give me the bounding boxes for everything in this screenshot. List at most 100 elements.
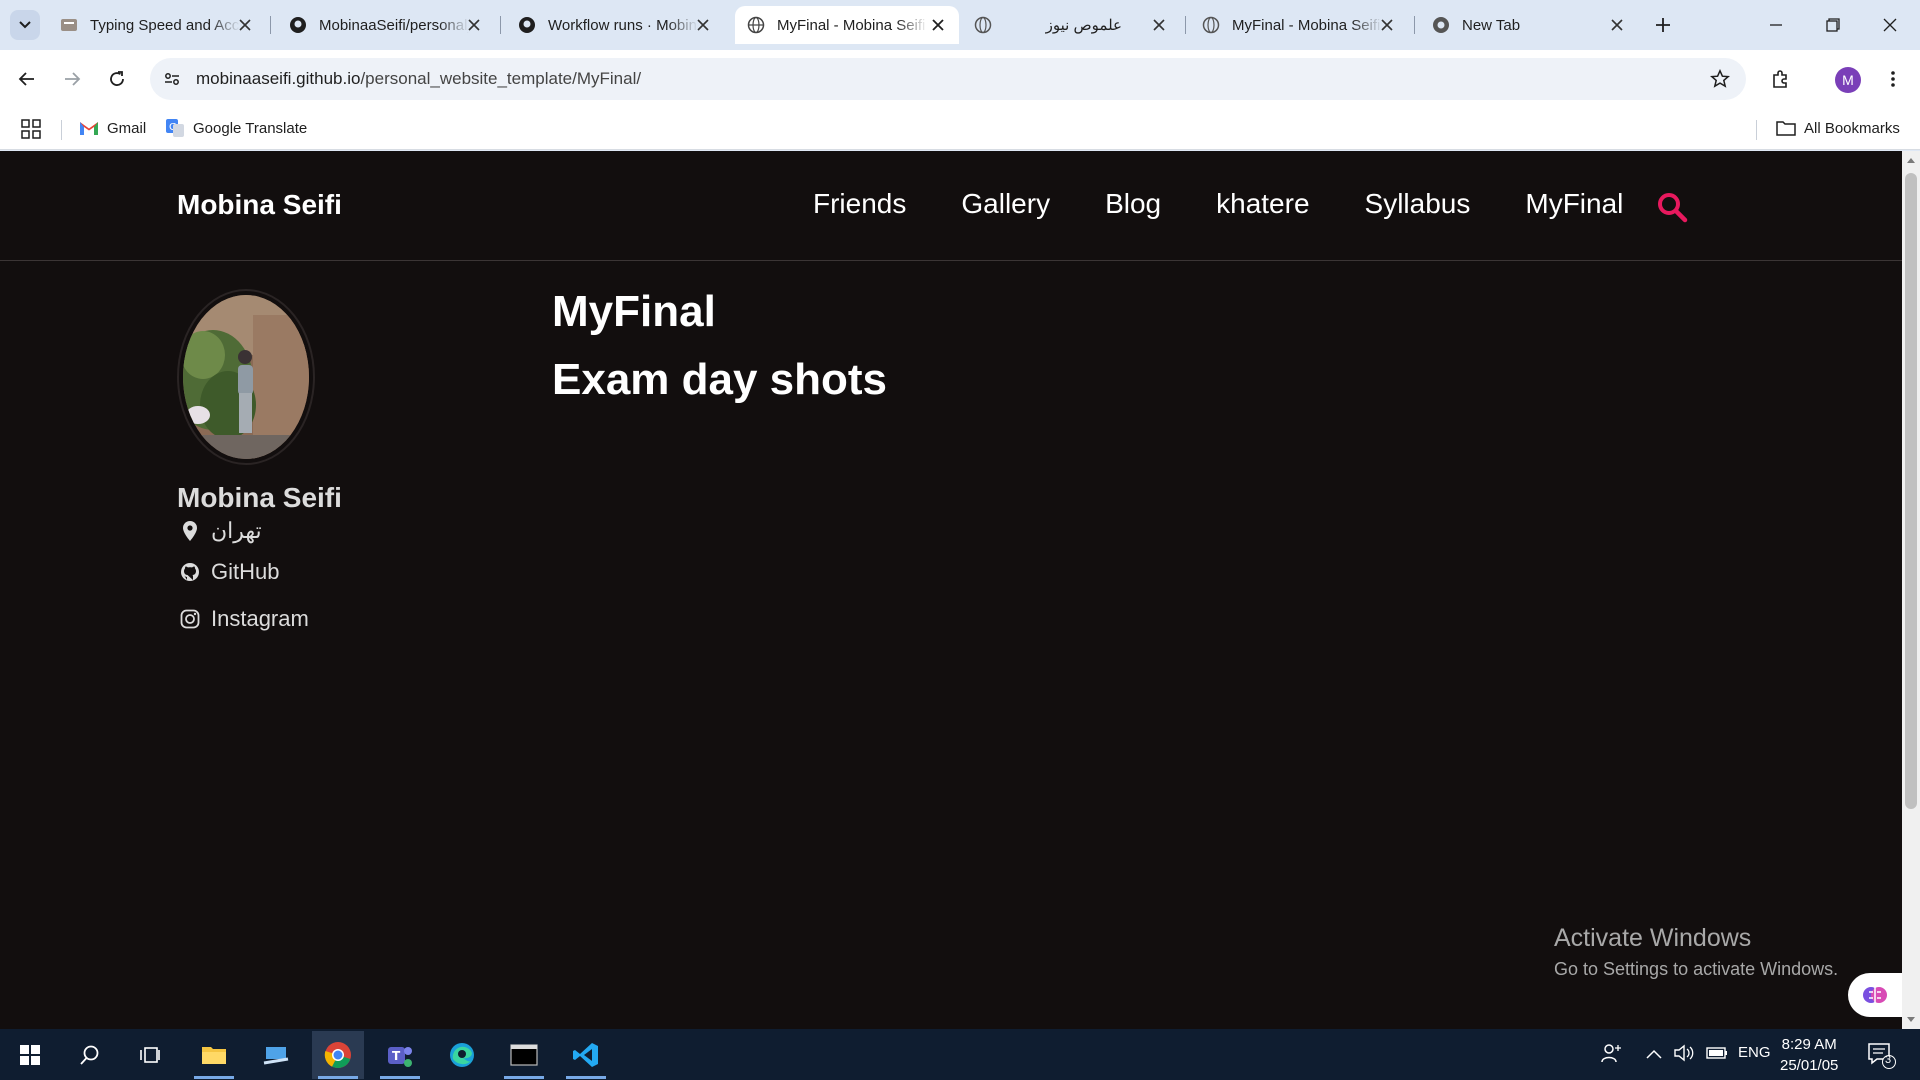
taskbar-edge[interactable] — [436, 1031, 488, 1079]
nav-friends[interactable]: Friends — [813, 188, 906, 220]
url-text: mobinaaseifi.github.io/personal_website_… — [196, 69, 641, 89]
chevron-down-icon — [19, 21, 31, 29]
page-subtitle: Exam day shots — [552, 355, 888, 404]
teams-icon: T — [388, 1047, 412, 1067]
new-tab-button[interactable] — [1650, 12, 1676, 38]
extensions-button[interactable] — [1764, 62, 1798, 96]
reload-icon — [110, 71, 124, 86]
reload-button[interactable] — [100, 62, 134, 96]
brain-icon — [1863, 987, 1887, 1003]
puzzle-icon — [1773, 70, 1787, 88]
task-view-button[interactable] — [124, 1031, 176, 1079]
close-icon[interactable] — [1378, 16, 1396, 34]
scroll-down-icon[interactable] — [1906, 1015, 1916, 1025]
site-header: Mobina Seifi Friends Gallery Blog khater… — [0, 151, 1902, 261]
start-button[interactable] — [4, 1031, 56, 1079]
close-icon[interactable] — [236, 16, 254, 34]
tab-search-button[interactable] — [10, 10, 40, 40]
tab-separator — [1414, 16, 1415, 34]
tab-title: MyFinal - Mobina Seifi — [777, 16, 926, 34]
notification-count: 3 — [1885, 1054, 1892, 1066]
profile-link-github[interactable]: GitHub — [179, 559, 279, 585]
language-indicator[interactable]: ENG — [1738, 1044, 1771, 1061]
minimize-icon — [1770, 24, 1782, 26]
chrome-icon — [324, 1042, 351, 1069]
bookmarks-bar: Gmail G Google Translate All Bookmarks — [0, 108, 1920, 150]
search-icon[interactable] — [1656, 191, 1688, 223]
chevron-up-icon[interactable] — [1646, 1046, 1662, 1063]
tab-typing-speed[interactable]: Typing Speed and Accuracy — [48, 6, 266, 44]
github-icon — [179, 561, 201, 583]
bookmark-gmail[interactable]: Gmail — [79, 118, 146, 138]
github-icon — [289, 16, 307, 34]
restore-icon — [1826, 18, 1840, 32]
taskbar-terminal[interactable] — [498, 1031, 550, 1079]
github-link-label[interactable]: GitHub — [211, 559, 279, 585]
back-button[interactable] — [10, 62, 44, 96]
close-icon[interactable] — [694, 16, 712, 34]
notification-center-button[interactable]: 3 — [1866, 1041, 1896, 1069]
ai-assistant-button[interactable] — [1848, 973, 1902, 1017]
apps-button[interactable] — [21, 119, 41, 139]
close-icon[interactable] — [1608, 16, 1626, 34]
nav-syllabus[interactable]: Syllabus — [1365, 188, 1471, 220]
close-icon[interactable] — [1150, 16, 1168, 34]
url-path: /personal_website_template/MyFinal/ — [360, 69, 642, 88]
close-window-button[interactable] — [1872, 8, 1908, 42]
page-scrollbar[interactable] — [1902, 151, 1920, 1029]
taskbar-teams[interactable]: T — [374, 1031, 426, 1079]
tab-github-repo[interactable]: MobinaaSeifi/personal_website — [277, 6, 495, 44]
instagram-link-label[interactable]: Instagram — [211, 606, 309, 632]
site-info-icon[interactable] — [160, 67, 184, 91]
scrollbar-thumb[interactable] — [1905, 173, 1917, 809]
tab-news[interactable]: علموص نيوز — [962, 6, 1180, 44]
tab-new-tab[interactable]: New Tab — [1420, 6, 1638, 44]
forward-button[interactable] — [55, 62, 89, 96]
terminal-icon — [510, 1044, 538, 1066]
windows-activation-watermark: Activate Windows Go to Settings to activ… — [1554, 924, 1838, 980]
gmail-icon — [79, 118, 99, 138]
profile-photo — [177, 289, 315, 465]
site-title[interactable]: Mobina Seifi — [177, 189, 342, 221]
close-icon — [1883, 18, 1897, 32]
minimize-button[interactable] — [1758, 8, 1794, 42]
tab-strip: Typing Speed and Accuracy MobinaaSeifi/p… — [0, 0, 1920, 50]
web-page: Mobina Seifi Friends Gallery Blog khater… — [0, 151, 1902, 1029]
profile-link-instagram[interactable]: Instagram — [179, 606, 309, 632]
url-host: mobinaaseifi.github.io — [196, 69, 361, 88]
active-indicator — [504, 1076, 544, 1079]
typing-icon — [60, 16, 78, 34]
taskbar-vscode[interactable] — [560, 1031, 612, 1079]
tab-workflow-runs[interactable]: Workflow runs · MobinaaSeifi — [506, 6, 724, 44]
nav-gallery[interactable]: Gallery — [961, 188, 1050, 220]
activation-subtitle: Go to Settings to activate Windows. — [1554, 959, 1839, 979]
scroll-up-icon[interactable] — [1906, 155, 1916, 165]
volume-icon[interactable] — [1674, 1044, 1694, 1066]
nav-khatere[interactable]: khatere — [1216, 188, 1309, 220]
nav-blog[interactable]: Blog — [1105, 188, 1161, 220]
profile-avatar[interactable]: M — [1835, 67, 1861, 93]
browser-toolbar: mobinaaseifi.github.io/personal_website_… — [0, 50, 1920, 108]
bookmark-google-translate[interactable]: G Google Translate — [165, 118, 307, 138]
menu-button[interactable] — [1876, 62, 1910, 96]
location-label: تهران — [211, 518, 262, 543]
tab-myfinal-2[interactable]: MyFinal - Mobina Seifi — [1190, 6, 1408, 44]
taskbar-network-app[interactable] — [250, 1031, 302, 1079]
active-indicator — [194, 1076, 234, 1079]
nav-myfinal[interactable]: MyFinal — [1525, 188, 1623, 220]
people-icon[interactable] — [1600, 1042, 1622, 1068]
tab-myfinal-active[interactable]: MyFinal - Mobina Seifi — [735, 6, 959, 44]
all-bookmarks-button[interactable]: All Bookmarks — [1776, 118, 1900, 138]
taskbar-file-explorer[interactable] — [188, 1031, 240, 1079]
tab-title: Workflow runs · MobinaaSeifi — [548, 16, 698, 34]
close-icon[interactable] — [929, 16, 947, 34]
system-clock[interactable]: 8:29 AM 25/01/05 — [1780, 1034, 1838, 1076]
taskbar-search-button[interactable] — [64, 1031, 116, 1079]
battery-icon[interactable] — [1706, 1046, 1728, 1064]
address-bar[interactable]: mobinaaseifi.github.io/personal_website_… — [150, 58, 1746, 100]
close-icon[interactable] — [465, 16, 483, 34]
restore-button[interactable] — [1815, 8, 1851, 42]
tab-title: علموص نيوز — [1045, 17, 1122, 34]
taskbar-chrome[interactable] — [312, 1031, 364, 1079]
bookmark-star-icon[interactable] — [1708, 67, 1732, 91]
